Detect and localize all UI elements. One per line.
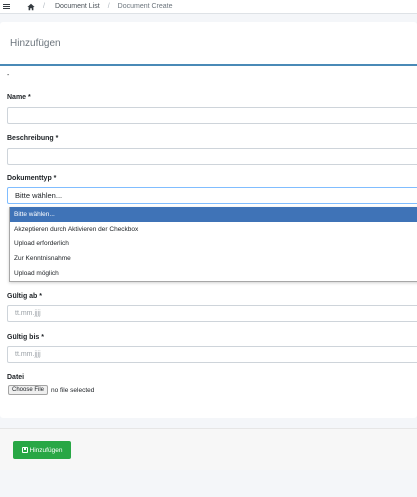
dash-text: - bbox=[7, 72, 10, 79]
gueltig-bis-input[interactable]: tt.mm.jjjj bbox=[7, 346, 417, 363]
form-card: Hinzufügen - Name * Beschreibung * Dokum… bbox=[0, 22, 417, 418]
submit-label: Hinzufügen bbox=[29, 446, 63, 454]
choose-file-button[interactable]: Choose File bbox=[8, 385, 49, 395]
save-icon bbox=[21, 447, 28, 453]
menu-icon[interactable] bbox=[3, 3, 13, 10]
breadcrumb-document-create: Document Create bbox=[117, 3, 173, 10]
dokumenttyp-dropdown: Bitte wählen... Akzeptieren durch Aktivi… bbox=[9, 207, 417, 282]
dokumenttyp-select[interactable]: Bitte wählen... bbox=[7, 187, 417, 204]
file-input: Choose File no file selected bbox=[8, 385, 94, 395]
datei-label: Datei bbox=[7, 374, 25, 381]
dropdown-option[interactable]: Upload erforderlich bbox=[10, 237, 417, 252]
card-title: Hinzufügen bbox=[0, 22, 417, 66]
top-navbar: / Document List / Document Create bbox=[0, 0, 417, 14]
gueltig-bis-label: Gültig bis * bbox=[7, 334, 44, 341]
gueltig-ab-input[interactable]: tt.mm.jjjj bbox=[7, 305, 417, 322]
name-input[interactable] bbox=[7, 107, 417, 124]
beschreibung-input[interactable] bbox=[7, 148, 417, 165]
dokumenttyp-label: Dokumenttyp * bbox=[7, 175, 57, 182]
home-icon[interactable] bbox=[27, 3, 35, 11]
dropdown-option[interactable]: Zur Kenntnisnahme bbox=[10, 251, 417, 266]
gueltig-ab-label: Gültig ab * bbox=[7, 293, 42, 300]
beschreibung-label: Beschreibung * bbox=[7, 135, 59, 142]
dropdown-option[interactable]: Upload möglich bbox=[10, 266, 417, 281]
card-footer: Hinzufügen bbox=[0, 428, 417, 470]
breadcrumb-document-list[interactable]: Document List bbox=[55, 3, 100, 10]
breadcrumb-separator: / bbox=[107, 3, 110, 10]
name-label: Name * bbox=[7, 94, 31, 101]
submit-button[interactable]: Hinzufügen bbox=[13, 441, 71, 459]
breadcrumb-separator: / bbox=[43, 3, 45, 10]
file-status: no file selected bbox=[51, 386, 95, 394]
dropdown-option[interactable]: Bitte wählen... bbox=[10, 207, 417, 222]
dropdown-option[interactable]: Akzeptieren durch Aktivieren der Checkbo… bbox=[10, 222, 417, 237]
